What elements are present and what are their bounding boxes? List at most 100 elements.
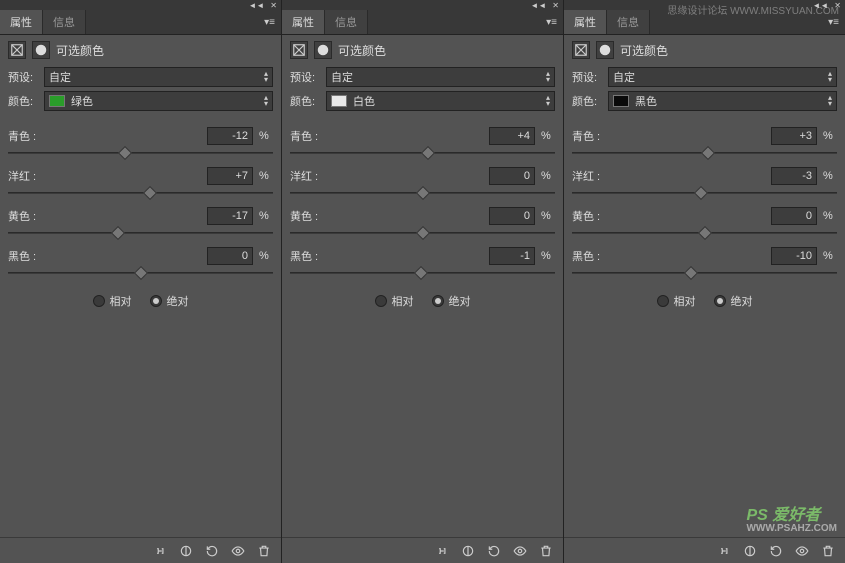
yellow-slider-thumb[interactable] [415,226,429,240]
method-radio-group: 相对 绝对 [572,293,837,309]
yellow-label: 黄色 : [8,208,58,224]
black-slider[interactable] [8,267,273,281]
cyan-slider-thumb[interactable] [118,146,132,160]
reset-button[interactable] [765,542,787,560]
magenta-value-input[interactable] [771,167,817,185]
cyan-slider[interactable] [8,147,273,161]
black-slider-thumb[interactable] [414,266,428,280]
radio-dot [714,295,726,307]
radio-relative[interactable]: 相对 [657,293,696,309]
panel-menu-icon[interactable]: ▾≡ [540,17,563,28]
magenta-slider[interactable] [290,187,555,201]
color-select[interactable]: 绿色 ▴▾ [44,91,273,111]
reset-button[interactable] [483,542,505,560]
magenta-slider[interactable] [8,187,273,201]
view-previous-button[interactable] [175,542,197,560]
clip-to-layer-button[interactable] [431,542,453,560]
cyan-slider-thumb[interactable] [701,146,715,160]
panel-menu-icon[interactable]: ▾≡ [258,17,281,28]
percent-label: % [823,130,837,142]
percent-label: % [823,170,837,182]
cyan-slider[interactable] [572,147,837,161]
tab-properties[interactable]: 属性 [564,10,607,34]
preset-value: 自定 [331,69,353,85]
percent-label: % [259,130,273,142]
view-previous-button[interactable] [457,542,479,560]
radio-relative[interactable]: 相对 [93,293,132,309]
magenta-slider-thumb[interactable] [415,186,429,200]
panel-body: 可选颜色 预设: 自定 ▴▾ 颜色: 黑色 ▴▾ 青色 : [564,35,845,537]
cyan-slider-thumb[interactable] [421,146,435,160]
black-slider-thumb[interactable] [684,266,698,280]
yellow-slider-thumb[interactable] [111,226,125,240]
radio-absolute[interactable]: 绝对 [432,293,471,309]
preset-select[interactable]: 自定 ▴▾ [44,67,273,87]
yellow-slider[interactable] [8,227,273,241]
yellow-slider-thumb[interactable] [697,226,711,240]
percent-label: % [541,130,555,142]
panel-collapse-bar[interactable]: ◄◄ ✕ [282,0,563,10]
updown-icon: ▴▾ [546,95,550,107]
panel-menu-icon[interactable]: ▾≡ [822,17,845,28]
yellow-slider[interactable] [290,227,555,241]
clip-to-layer-button[interactable] [713,542,735,560]
black-value-input[interactable] [771,247,817,265]
mask-icon [596,41,614,59]
cyan-label: 青色 : [290,128,340,144]
view-previous-button[interactable] [739,542,761,560]
percent-label: % [259,170,273,182]
magenta-label: 洋红 : [572,168,622,184]
black-slider[interactable] [572,267,837,281]
cyan-slider[interactable] [290,147,555,161]
cyan-value-input[interactable] [771,127,817,145]
black-value-input[interactable] [489,247,535,265]
yellow-label: 黄色 : [572,208,622,224]
delete-button[interactable] [817,542,839,560]
panel-body: 可选颜色 预设: 自定 ▴▾ 颜色: 白色 ▴▾ 青色 : [282,35,563,537]
tab-info[interactable]: 信息 [607,10,650,34]
yellow-label: 黄色 : [290,208,340,224]
yellow-value-input[interactable] [207,207,253,225]
yellow-value-input[interactable] [489,207,535,225]
adjustment-icon [572,41,590,59]
tab-info[interactable]: 信息 [43,10,86,34]
toggle-visibility-button[interactable] [227,542,249,560]
toggle-visibility-button[interactable] [791,542,813,560]
black-slider-thumb[interactable] [133,266,147,280]
magenta-slider[interactable] [572,187,837,201]
yellow-slider[interactable] [572,227,837,241]
magenta-value-input[interactable] [489,167,535,185]
tab-properties[interactable]: 属性 [282,10,325,34]
radio-relative[interactable]: 相对 [375,293,414,309]
radio-absolute[interactable]: 绝对 [714,293,753,309]
panel-collapse-bar[interactable]: ◄◄ ✕ [0,0,281,10]
chevron-left-icon: ◄◄ [248,1,264,10]
black-value-input[interactable] [207,247,253,265]
tab-info[interactable]: 信息 [325,10,368,34]
preset-select[interactable]: 自定 ▴▾ [608,67,837,87]
preset-label: 预设: [572,69,608,85]
panel-footer [564,537,845,563]
magenta-value-input[interactable] [207,167,253,185]
delete-button[interactable] [253,542,275,560]
black-slider[interactable] [290,267,555,281]
close-icon[interactable]: ✕ [270,1,277,10]
magenta-slider-thumb[interactable] [693,186,707,200]
preset-select[interactable]: 自定 ▴▾ [326,67,555,87]
close-icon[interactable]: ✕ [552,1,559,10]
cyan-value-input[interactable] [207,127,253,145]
color-select[interactable]: 黑色 ▴▾ [608,91,837,111]
tab-properties[interactable]: 属性 [0,10,43,34]
magenta-slider-thumb[interactable] [143,186,157,200]
cyan-label: 青色 : [572,128,622,144]
yellow-value-input[interactable] [771,207,817,225]
watermark-top: 思缘设计论坛 WWW.MISSYUAN.COM [667,2,839,17]
reset-button[interactable] [201,542,223,560]
toggle-visibility-button[interactable] [509,542,531,560]
color-select[interactable]: 白色 ▴▾ [326,91,555,111]
cyan-value-input[interactable] [489,127,535,145]
clip-to-layer-button[interactable] [149,542,171,560]
delete-button[interactable] [535,542,557,560]
color-swatch [49,95,65,107]
radio-absolute[interactable]: 绝对 [150,293,189,309]
